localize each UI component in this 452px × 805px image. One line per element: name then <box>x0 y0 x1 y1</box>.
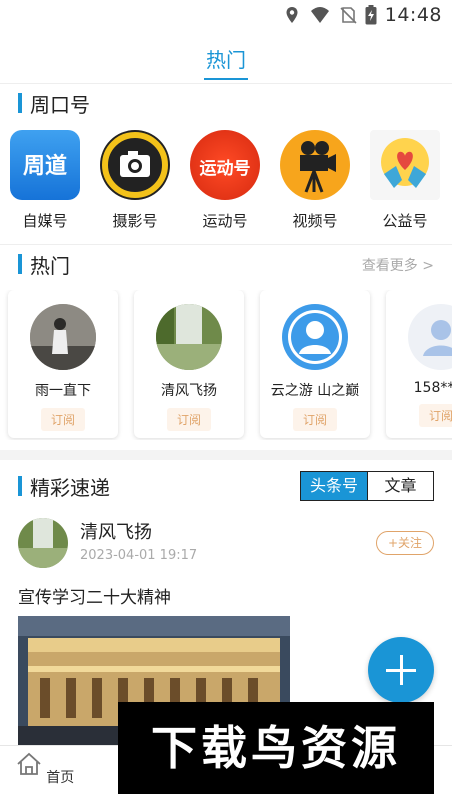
see-more-link[interactable]: 查看更多 > <box>362 255 434 275</box>
section-separator <box>0 450 452 460</box>
top-tab-bar: 热门 <box>0 38 452 82</box>
page-title[interactable]: 热门 <box>206 44 246 73</box>
battery-charging-icon <box>365 5 377 25</box>
charity-hands-icon <box>370 130 440 200</box>
avatar <box>30 304 96 370</box>
post-timestamp: 2023-04-01 19:17 <box>80 548 198 563</box>
camera-icon <box>100 130 170 200</box>
watermark-logo: 下载鸟资源 <box>118 702 434 794</box>
section-title: 精彩速递 <box>30 476 110 500</box>
hot-section-header: 热门 查看更多 > <box>0 249 452 279</box>
subscribe-button[interactable]: 订阅 <box>40 408 85 431</box>
no-sim-icon <box>340 7 357 24</box>
nav-label: 首页 <box>46 770 75 786</box>
channel-label: 公益号 <box>382 212 428 230</box>
active-tab-indicator <box>204 78 248 80</box>
status-bar: 14:48 <box>0 0 452 32</box>
card-name: 云之游 山之巅 <box>270 383 360 399</box>
section-accent-bar <box>18 254 22 274</box>
channel-sheyinghao[interactable]: 摄影号 <box>95 130 175 231</box>
subscribe-button[interactable]: 订阅 <box>418 404 452 427</box>
channel-label: 运动号 <box>202 212 248 230</box>
default-avatar-icon <box>282 304 348 370</box>
hot-cards-row: 雨一直下 订阅 清风飞扬 订阅 云之游 山之巅 订阅 158* 订阅 <box>0 290 452 440</box>
post-text[interactable]: 宣传学习二十大精神 <box>18 583 171 608</box>
channels-section-header: 周口号 <box>0 88 452 118</box>
channel-shipinhao[interactable]: 视频号 <box>275 130 355 231</box>
add-post-fab[interactable] <box>368 637 434 703</box>
feed-tab-toggle: 头条号 文章 <box>300 471 434 501</box>
film-camera-icon <box>280 130 350 200</box>
section-accent-bar <box>18 476 22 496</box>
subscribe-button[interactable]: 订阅 <box>292 408 337 431</box>
sport-logo-icon: 运动号 <box>190 130 260 200</box>
home-icon <box>17 752 41 775</box>
hot-card[interactable]: 158**** 订阅 <box>386 290 452 438</box>
card-name: 清风飞扬 <box>161 383 217 399</box>
wifi-icon <box>310 7 329 23</box>
channel-gongyihao[interactable]: 公益号 <box>365 130 445 231</box>
card-name: 雨一直下 <box>35 383 91 399</box>
status-time: 14:48 <box>384 4 442 26</box>
channels-row: 周道 自媒号 摄影号 运动号 运动号 视频号 公益号 <box>0 130 452 240</box>
default-avatar-icon <box>408 304 452 370</box>
channel-label: 自媒号 <box>22 212 68 230</box>
channel-yundonghao[interactable]: 运动号 运动号 <box>185 130 265 231</box>
channel-zimeihao[interactable]: 周道 自媒号 <box>5 130 85 231</box>
hot-card[interactable]: 雨一直下 订阅 <box>8 290 118 438</box>
zhoudao-logo-icon: 周道 <box>10 130 80 200</box>
tab-wenzhang[interactable]: 文章 <box>367 472 433 500</box>
hot-card[interactable]: 清风飞扬 订阅 <box>134 290 244 438</box>
nav-home[interactable]: 首页 <box>5 752 85 787</box>
card-name: 158**** <box>413 380 452 396</box>
divider <box>0 244 452 245</box>
avatar <box>156 304 222 370</box>
location-icon <box>286 7 298 23</box>
post-author-avatar[interactable] <box>18 518 68 568</box>
subscribe-button[interactable]: 订阅 <box>166 408 211 431</box>
divider <box>0 83 452 84</box>
section-title: 热门 <box>30 254 70 278</box>
follow-button[interactable]: +关注 <box>376 531 434 555</box>
post-author-name[interactable]: 清风飞扬 <box>80 518 152 544</box>
channel-label: 摄影号 <box>112 212 158 230</box>
section-accent-bar <box>18 93 22 113</box>
tab-toutiaohao[interactable]: 头条号 <box>301 472 367 500</box>
channel-label: 视频号 <box>292 212 338 230</box>
hot-card[interactable]: 云之游 山之巅 订阅 <box>260 290 370 438</box>
section-title: 周口号 <box>30 93 90 117</box>
